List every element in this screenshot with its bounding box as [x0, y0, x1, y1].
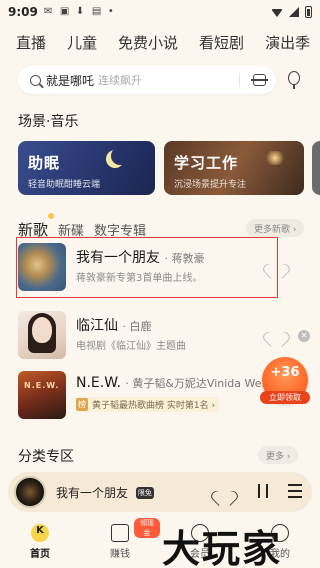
top-tabs: 直播 儿童 免费小说 看短剧 演出季 — [0, 28, 320, 56]
song-title: N.E.W. — [76, 375, 121, 391]
search-query: 就是哪吒 — [46, 73, 95, 88]
moon-icon — [111, 147, 129, 165]
album-cover: N.E.W. — [18, 371, 66, 419]
tab-concert[interactable]: 演出季 — [265, 32, 310, 53]
nav-earn[interactable]: 领现金 赚钱 — [80, 516, 160, 568]
close-icon[interactable]: × — [298, 330, 310, 342]
wallet-icon — [111, 524, 129, 542]
tab-live[interactable]: 直播 — [16, 32, 46, 53]
scene-card-title: 助眠 — [28, 154, 61, 172]
scene-card-sleep[interactable]: 助眠 轻音助眠酣睡云端 — [18, 141, 155, 195]
scene-card-subtitle: 轻音助眠酣睡云端 — [28, 180, 101, 190]
pause-icon[interactable] — [258, 484, 268, 498]
song-row[interactable]: 临江仙 · 白鹿 电视剧《临江仙》主题曲 — [18, 311, 308, 359]
player-title-line: 我有一个朋友 限免 — [56, 484, 154, 501]
song-artist: · 白鹿 — [122, 320, 152, 333]
scene-card-subtitle: 沉浸场景提升专注 — [174, 180, 247, 190]
song-title-line: 临江仙 · 白鹿 — [76, 315, 151, 335]
section-title-category: 分类专区 — [18, 449, 74, 465]
scene-card-next[interactable] — [312, 141, 320, 195]
notification-icon: ✉ — [43, 6, 53, 17]
like-icon[interactable] — [216, 485, 232, 499]
chart-badge[interactable]: 榜 黄子韬最热歌曲榜 实时第1名 › — [76, 397, 220, 412]
home-icon — [31, 524, 49, 542]
voice-search-icon[interactable] — [284, 69, 304, 91]
watermark: 大玩家 — [162, 526, 283, 568]
earn-badge: 领现金 — [134, 518, 160, 538]
more-category-button[interactable]: 更多 › — [258, 446, 299, 464]
tab-kids[interactable]: 儿童 — [67, 32, 97, 53]
signal-icon — [289, 7, 299, 17]
album-cover-text: N.E.W. — [24, 381, 60, 390]
highlight-box — [16, 237, 278, 298]
tab-short-drama[interactable]: 看短剧 — [199, 32, 244, 53]
song-description: 电视剧《临江仙》主题曲 — [76, 341, 186, 352]
search-icon — [30, 74, 41, 86]
lamp-icon — [264, 151, 286, 165]
nav-home[interactable]: 首页 — [0, 516, 80, 568]
like-icon[interactable] — [268, 326, 284, 340]
chart-rank-text: 黄子韬最热歌曲榜 实时第1名 › — [92, 401, 216, 411]
scan-icon[interactable] — [251, 74, 268, 86]
playlist-icon[interactable] — [288, 484, 302, 498]
reward-value: +36 — [270, 365, 300, 380]
scene-card-study[interactable]: 学习工作 沉浸场景提升专注 — [164, 141, 304, 195]
song-title-line: N.E.W. · 黄子韬&万妮达Vinida We... — [76, 375, 272, 391]
status-bar: 9:09 ✉ ▣ ⬇ ▤ • — [0, 0, 320, 24]
app-icon: ▣ — [59, 6, 70, 17]
section-title-scene: 场景·音乐 — [18, 114, 79, 130]
tab-free-novel[interactable]: 免费小说 — [118, 32, 178, 53]
more-new-songs-button[interactable]: 更多新歌 › — [246, 219, 305, 237]
chart-tag: 榜 — [76, 398, 88, 411]
wifi-icon — [271, 9, 283, 17]
storage-icon: ▤ — [91, 6, 102, 17]
player-disc[interactable] — [14, 476, 46, 508]
download-icon: ⬇ — [75, 6, 85, 17]
dot-icon: • — [107, 6, 114, 17]
song-title: 临江仙 — [76, 318, 118, 334]
search-hint: 连续飙升 — [98, 74, 143, 87]
search-divider — [239, 73, 240, 87]
reward-label: 立即领取 — [260, 391, 310, 404]
reward-button[interactable]: +36 立即领取 — [260, 357, 310, 404]
battery-icon — [305, 6, 312, 18]
search-bar[interactable]: 就是哪吒 连续飙升 — [18, 66, 276, 94]
song-artist: · 黄子韬&万妮达Vinida We... — [125, 377, 273, 390]
nav-label: 首页 — [30, 549, 50, 560]
album-cover — [18, 311, 66, 359]
player-title: 我有一个朋友 — [56, 486, 129, 500]
nav-label: 赚钱 — [110, 549, 130, 560]
clock: 9:09 — [8, 5, 38, 19]
mini-player[interactable]: 我有一个朋友 限免 — [8, 472, 312, 512]
free-badge: 限免 — [135, 487, 154, 499]
